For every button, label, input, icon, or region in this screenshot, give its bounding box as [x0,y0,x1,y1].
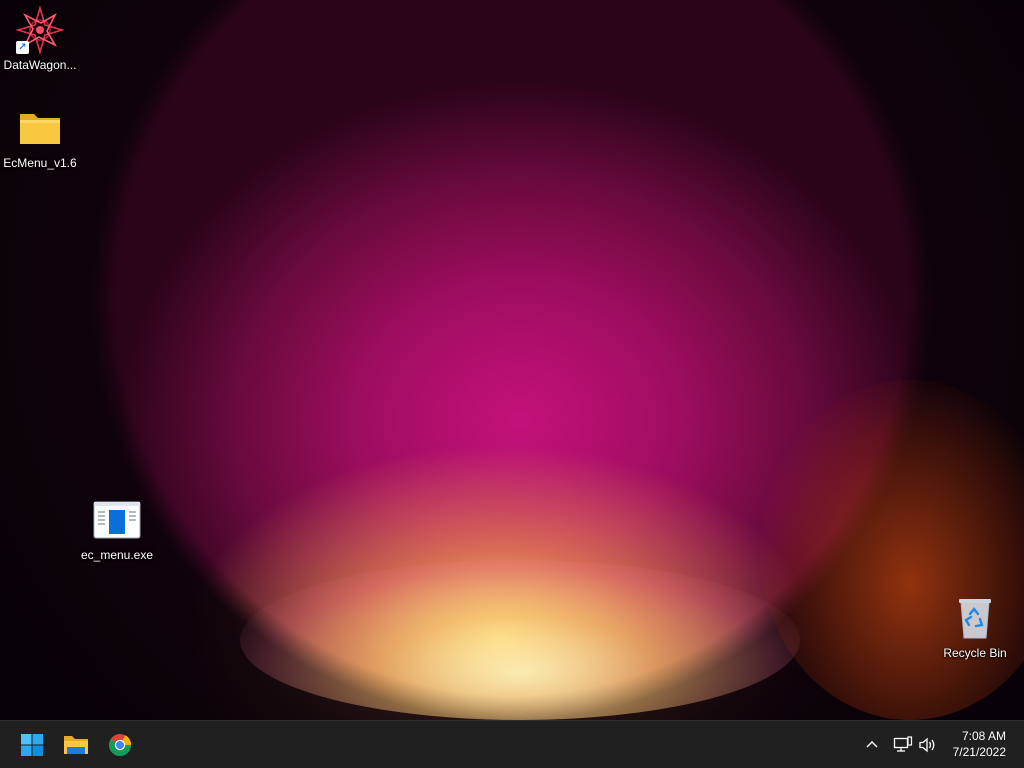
taskbar: 7:08 AM 7/21/2022 [0,720,1024,768]
tray-overflow-button[interactable] [864,721,880,768]
clock-time: 7:08 AM [961,729,1006,743]
desktop-icon-label: DataWagon... [3,58,77,72]
exe-window-icon [93,496,141,544]
datawagon-app-icon: ↗ [15,5,65,55]
volume-icon [919,737,935,753]
chevron-up-icon [866,741,878,748]
desktop-icon-recycle-bin[interactable]: Recycle Bin [935,594,1015,660]
wallpaper-orange-glow [760,380,1024,720]
windows-start-icon [21,734,43,756]
network-button[interactable] [893,721,913,768]
desktop[interactable]: ↗ DataWagon... EcMenu_v1.6 ec_menu.exe R… [0,0,1024,768]
wallpaper-ring [112,300,912,700]
start-button[interactable] [12,725,52,765]
chrome-button[interactable] [100,725,140,765]
chrome-icon [109,734,131,756]
network-icon [893,736,913,752]
folder-icon [16,104,64,152]
desktop-icon-label: EcMenu_v1.6 [3,156,77,170]
shortcut-arrow-icon: ↗ [16,41,29,54]
desktop-icon-datawagon[interactable]: ↗ DataWagon... [0,5,80,72]
taskbar-clock[interactable]: 7:08 AM 7/21/2022 [936,728,1006,760]
clock-date: 7/21/2022 [952,745,1006,759]
desktop-icon-ecmenu-folder[interactable]: EcMenu_v1.6 [0,104,80,170]
recycle-bin-icon [951,594,999,642]
file-explorer-icon [64,736,88,754]
wallpaper-glow [240,560,800,720]
desktop-icon-label: Recycle Bin [943,646,1007,660]
desktop-icon-ec-menu-exe[interactable]: ec_menu.exe [77,496,157,562]
file-explorer-button[interactable] [56,725,96,765]
desktop-icon-label: ec_menu.exe [80,548,154,562]
volume-button[interactable] [918,721,938,768]
